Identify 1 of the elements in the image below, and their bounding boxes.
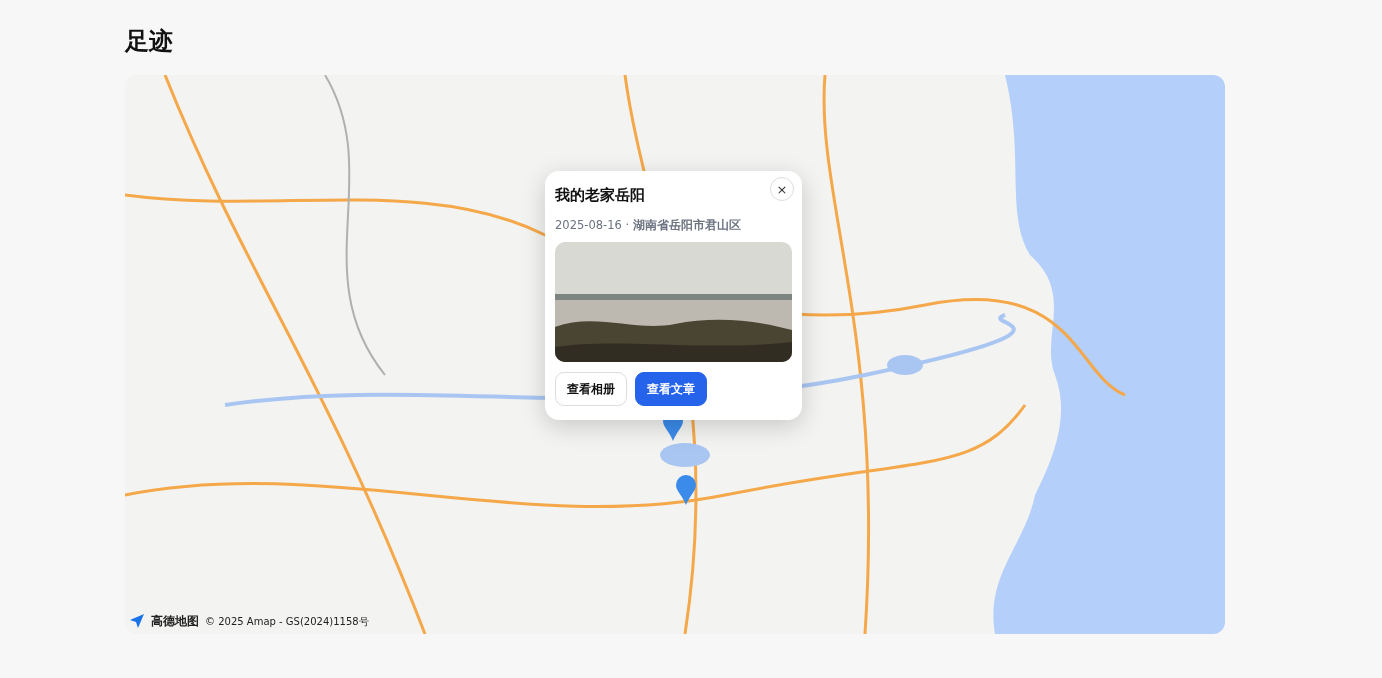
page-title: 足迹 <box>125 26 174 57</box>
